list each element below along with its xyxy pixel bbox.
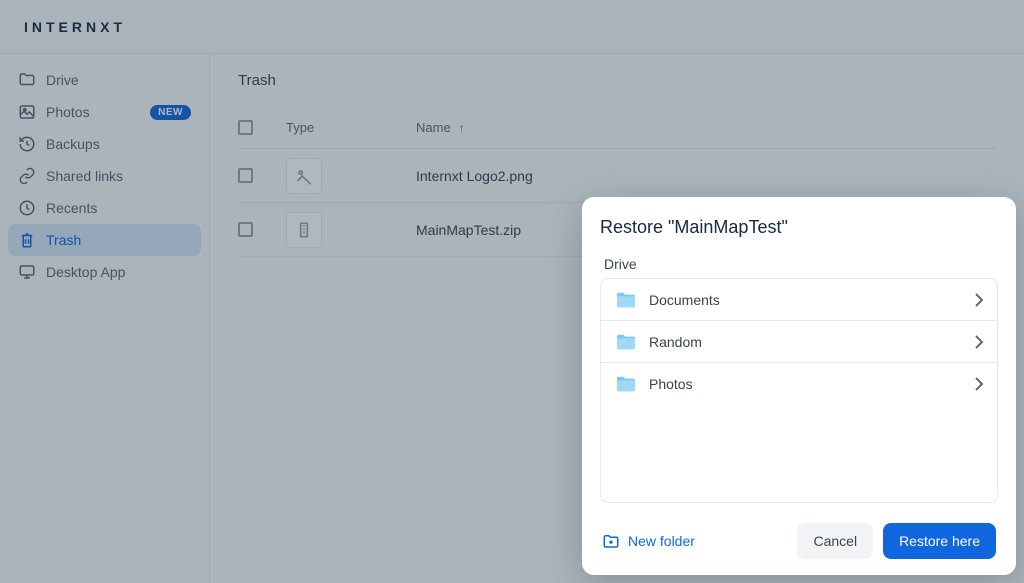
modal-location-label: Drive (600, 256, 998, 272)
modal-actions: New folder Cancel Restore here (600, 519, 998, 559)
modal-title: Restore "MainMapTest" (600, 217, 998, 238)
folder-icon (615, 375, 637, 393)
chevron-right-icon (975, 335, 983, 349)
restore-here-button[interactable]: Restore here (883, 523, 996, 559)
folder-row-documents[interactable]: Documents (601, 279, 997, 321)
folder-label: Documents (649, 292, 975, 308)
folder-icon (615, 291, 637, 309)
folder-row-random[interactable]: Random (601, 321, 997, 363)
new-folder-label: New folder (628, 533, 695, 549)
folder-list: Documents Random Photos (600, 278, 998, 503)
chevron-right-icon (975, 377, 983, 391)
chevron-right-icon (975, 293, 983, 307)
folder-row-photos[interactable]: Photos (601, 363, 997, 405)
folder-label: Photos (649, 376, 975, 392)
folder-plus-icon (602, 533, 620, 549)
folder-label: Random (649, 334, 975, 350)
restore-modal: Restore "MainMapTest" Drive Documents Ra… (582, 197, 1016, 575)
modal-overlay[interactable]: Restore "MainMapTest" Drive Documents Ra… (0, 0, 1024, 583)
new-folder-button[interactable]: New folder (602, 533, 695, 549)
cancel-button[interactable]: Cancel (797, 523, 873, 559)
folder-icon (615, 333, 637, 351)
